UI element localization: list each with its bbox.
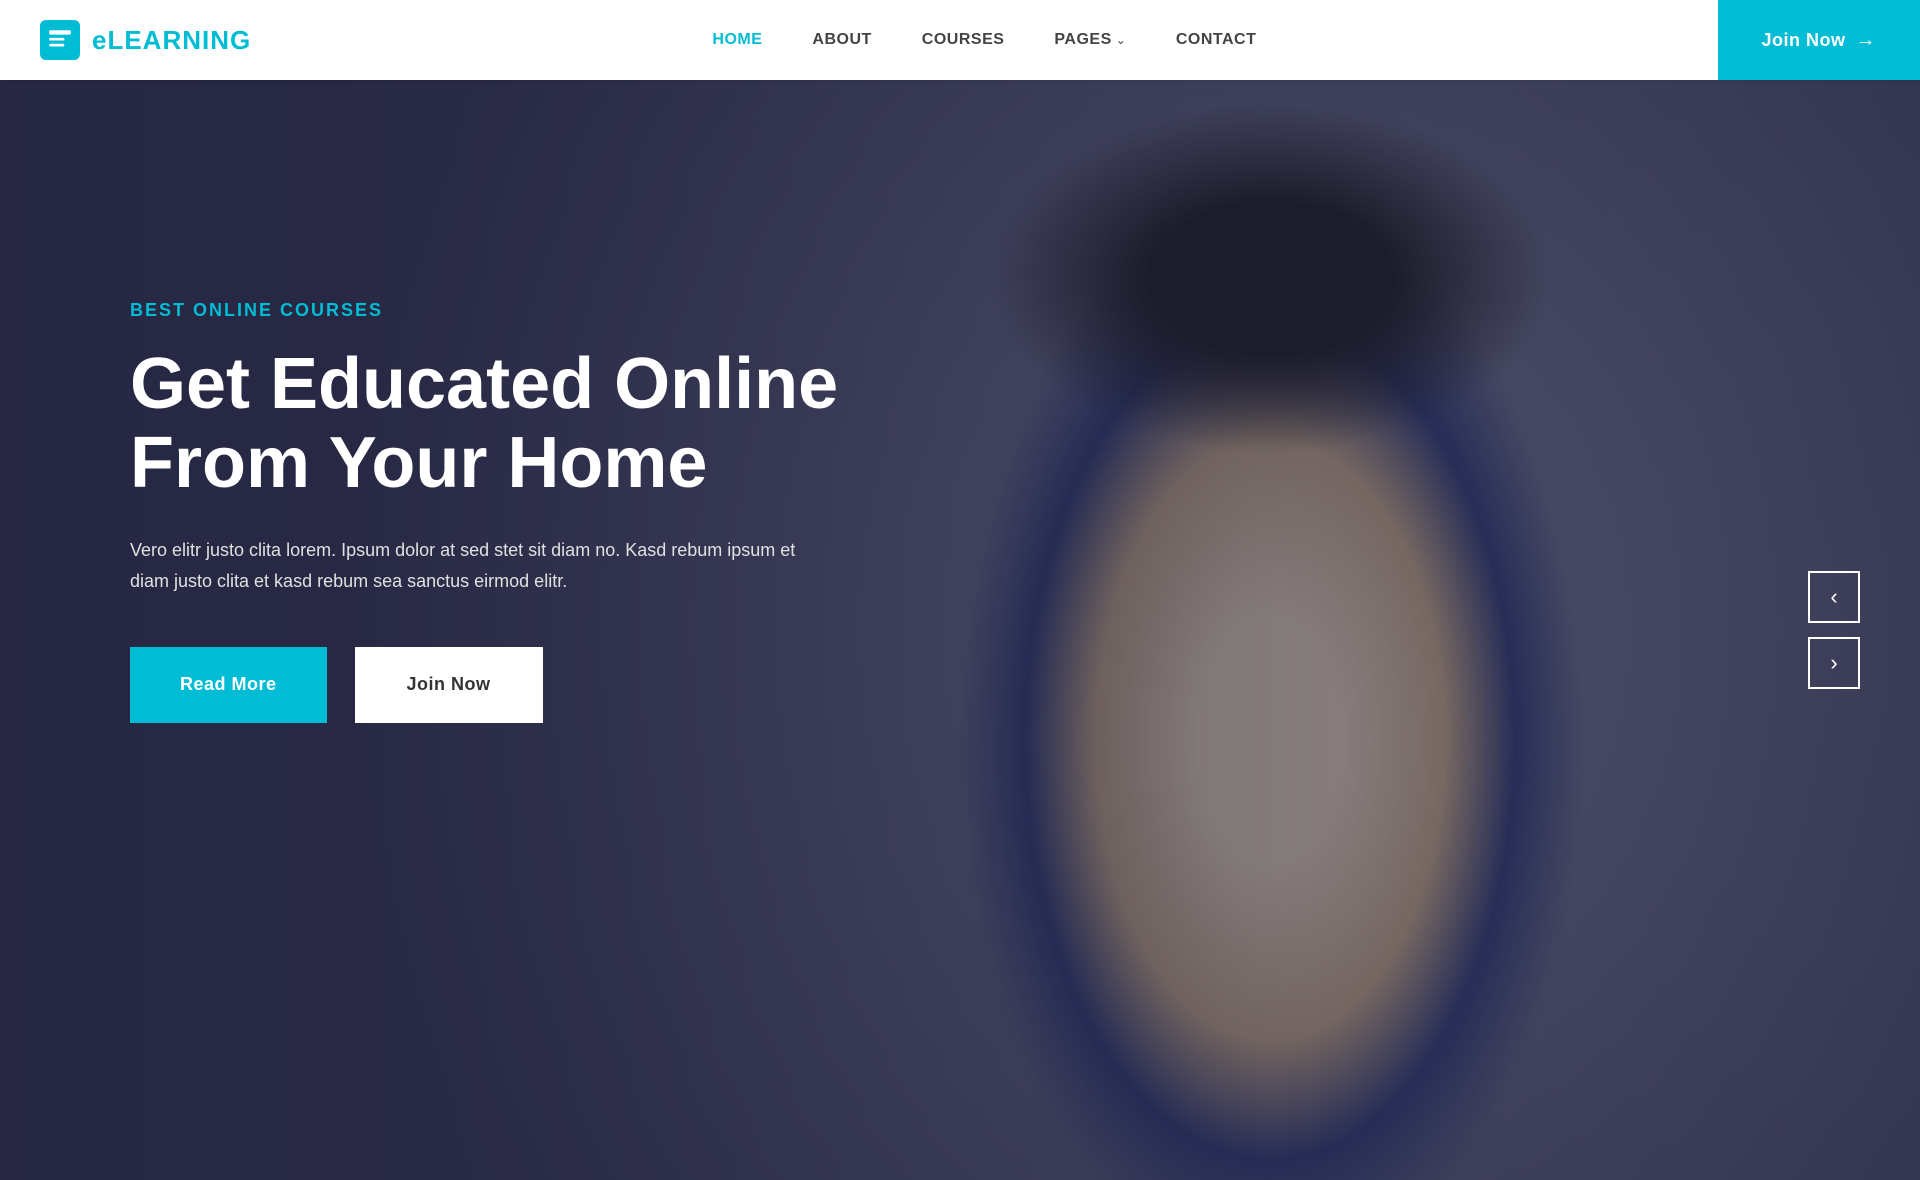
nav-link-home[interactable]: HOME	[712, 31, 762, 48]
nav-join-label: Join Now	[1762, 30, 1846, 51]
hero-buttons: Read More Join Now	[130, 647, 838, 723]
hero-section: BEST ONLINE COURSES Get Educated Online …	[0, 80, 1920, 1180]
hero-title-line1: Get Educated Online	[130, 344, 838, 424]
slider-prev-button[interactable]: ‹	[1808, 571, 1860, 623]
nav-item-pages[interactable]: PAGES ⌄	[1054, 31, 1125, 49]
nav-link-courses[interactable]: COURSES	[922, 31, 1005, 48]
nav-links: HOME ABOUT COURSES PAGES ⌄ CONTACT	[712, 31, 1256, 49]
hero-subtitle: BEST ONLINE COURSES	[130, 300, 838, 321]
slider-next-button[interactable]: ›	[1808, 637, 1860, 689]
hero-title: Get Educated Online From Your Home	[130, 345, 838, 503]
brand-logo[interactable]: eLEARNING	[40, 20, 251, 60]
hero-description: Vero elitr justo clita lorem. Ipsum dolo…	[130, 535, 830, 596]
nav-item-courses[interactable]: COURSES	[922, 31, 1005, 49]
arrow-right-icon: →	[1856, 29, 1877, 52]
nav-link-about[interactable]: ABOUT	[812, 31, 871, 48]
nav-link-contact[interactable]: CONTACT	[1176, 31, 1257, 48]
hero-content: BEST ONLINE COURSES Get Educated Online …	[130, 300, 838, 723]
nav-link-pages[interactable]: PAGES	[1054, 31, 1111, 49]
hero-title-line2: From Your Home	[130, 423, 707, 503]
nav-item-about[interactable]: ABOUT	[812, 31, 871, 49]
join-now-button[interactable]: Join Now	[355, 647, 543, 723]
nav-item-home[interactable]: HOME	[712, 31, 762, 49]
brand-icon	[40, 20, 80, 60]
navbar: eLEARNING HOME ABOUT COURSES PAGES ⌄ CON…	[0, 0, 1920, 80]
nav-join-button[interactable]: Join Now →	[1718, 0, 1920, 80]
read-more-button[interactable]: Read More	[130, 647, 327, 723]
nav-item-contact[interactable]: CONTACT	[1176, 31, 1257, 49]
brand-name: eLEARNING	[92, 25, 251, 56]
slider-arrows: ‹ ›	[1808, 571, 1860, 689]
chevron-down-icon: ⌄	[1116, 33, 1126, 47]
